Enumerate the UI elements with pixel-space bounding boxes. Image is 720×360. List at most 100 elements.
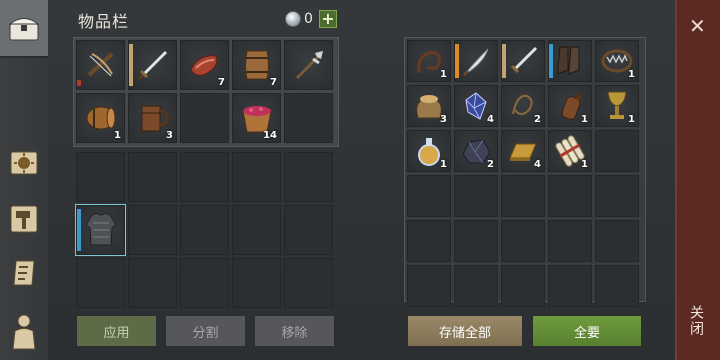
boots-icon	[554, 44, 586, 78]
storage-slot[interactable]: 2	[454, 130, 498, 172]
nav-tab-crafting[interactable]	[0, 196, 48, 242]
storage-slot[interactable]: 4	[501, 130, 545, 172]
inventory-slot[interactable]	[76, 152, 125, 202]
item-quantity: 2	[487, 159, 494, 170]
crossbow-icon	[84, 48, 118, 82]
inventory-slot[interactable]: 1	[76, 93, 125, 143]
add-currency-button[interactable]: +	[319, 10, 337, 28]
chainmail-armor-icon	[84, 211, 118, 249]
remove-button[interactable]: 移除	[254, 315, 335, 347]
storage-slot[interactable]	[454, 40, 498, 82]
storage-slot[interactable]: 1	[548, 130, 592, 172]
storage-slot[interactable]	[454, 265, 498, 307]
inventory-slot[interactable]	[232, 152, 281, 202]
inventory-slot[interactable]	[128, 40, 177, 90]
goblet-icon	[603, 89, 631, 123]
item-quantity: 7	[218, 77, 225, 88]
inventory-slot[interactable]	[232, 205, 281, 255]
storage-grid: 1 1 3 4 2 1 1 1 2 4 1	[407, 40, 639, 307]
inventory-main-grid	[75, 152, 333, 308]
storage-slot[interactable]	[407, 220, 451, 262]
inventory-slot[interactable]	[128, 152, 177, 202]
scimitar-icon	[460, 45, 492, 77]
storage-slot[interactable]	[407, 265, 451, 307]
longsword-icon	[507, 45, 539, 77]
storage-slot[interactable]	[407, 175, 451, 217]
sword-icon	[135, 47, 171, 83]
inventory-slot[interactable]	[75, 204, 126, 256]
storage-slot[interactable]: 1	[407, 40, 451, 82]
nav-tab-character[interactable]	[0, 308, 48, 354]
take-all-button[interactable]: 全要	[532, 315, 642, 347]
storage-slot[interactable]: 1	[407, 130, 451, 172]
inventory-slot[interactable]: 7	[232, 40, 281, 90]
storage-slot[interactable]	[548, 175, 592, 217]
item-quantity: 2	[534, 114, 541, 125]
meat-icon	[188, 50, 222, 80]
currency-display: 0 +	[285, 10, 337, 28]
storage-slot[interactable]	[501, 220, 545, 262]
inventory-slot[interactable]: 14	[232, 93, 281, 143]
map-scroll-icon	[8, 257, 40, 289]
storage-slot[interactable]: 4	[454, 85, 498, 127]
nav-tab-inventory[interactable]	[0, 0, 48, 58]
storage-slot[interactable]	[595, 130, 639, 172]
nav-tab-journal[interactable]	[0, 140, 48, 186]
storage-slot[interactable]: 3	[407, 85, 451, 127]
inventory-slot[interactable]	[284, 152, 333, 202]
inventory-slot[interactable]	[76, 258, 125, 308]
inventory-slot[interactable]: 3	[128, 93, 177, 143]
item-quantity: 1	[581, 114, 588, 125]
storage-slot[interactable]: 1	[548, 85, 592, 127]
halberd-icon	[291, 47, 327, 83]
mug-icon	[137, 101, 169, 135]
journal-icon	[8, 148, 40, 178]
inventory-slot[interactable]: 7	[180, 40, 229, 90]
storage-slot[interactable]: 2	[501, 85, 545, 127]
item-quantity: 1	[440, 159, 447, 170]
storage-slot[interactable]	[595, 265, 639, 307]
inventory-quick-grid: 7 7 1 3 14	[76, 40, 333, 143]
inventory-slot[interactable]	[284, 40, 333, 90]
item-quantity: 1	[114, 130, 121, 141]
inventory-slot[interactable]	[232, 258, 281, 308]
storage-slot[interactable]	[501, 175, 545, 217]
inventory-slot[interactable]	[180, 93, 229, 143]
inventory-slot[interactable]	[180, 152, 229, 202]
inventory-slot[interactable]	[284, 205, 333, 255]
storage-slot[interactable]	[595, 175, 639, 217]
keg-icon	[84, 103, 118, 133]
storage-slot[interactable]: 1	[595, 85, 639, 127]
storage-slot[interactable]	[454, 220, 498, 262]
storage-slot[interactable]	[595, 220, 639, 262]
apply-button[interactable]: 应用	[76, 315, 157, 347]
item-quantity: 1	[628, 114, 635, 125]
store-all-button[interactable]: 存储全部	[407, 315, 523, 347]
close-panel[interactable]: ✕ 关闭	[675, 0, 720, 360]
storage-slot[interactable]	[548, 265, 592, 307]
gem-icon	[285, 11, 301, 27]
storage-slot[interactable]	[501, 265, 545, 307]
item-quantity: 4	[534, 159, 541, 170]
item-quantity: 4	[487, 114, 494, 125]
close-icon[interactable]: ✕	[689, 14, 706, 38]
inventory-slot[interactable]	[128, 205, 177, 255]
inventory-chest-icon	[7, 13, 41, 43]
crafting-hammer-icon	[8, 203, 40, 235]
item-quantity: 3	[166, 130, 173, 141]
inventory-slot[interactable]	[128, 258, 177, 308]
nav-tab-map[interactable]	[0, 250, 48, 296]
storage-slot[interactable]	[501, 40, 545, 82]
storage-slot[interactable]	[548, 220, 592, 262]
split-button[interactable]: 分割	[165, 315, 246, 347]
storage-slot[interactable]	[454, 175, 498, 217]
inventory-slot[interactable]	[180, 258, 229, 308]
inventory-slot[interactable]	[180, 205, 229, 255]
inventory-slot[interactable]	[284, 93, 333, 143]
storage-slot[interactable]	[548, 40, 592, 82]
side-nav	[0, 0, 48, 360]
inventory-slot[interactable]	[284, 258, 333, 308]
inventory-slot[interactable]	[76, 40, 125, 90]
item-quantity: 1	[581, 159, 588, 170]
storage-slot[interactable]: 1	[595, 40, 639, 82]
